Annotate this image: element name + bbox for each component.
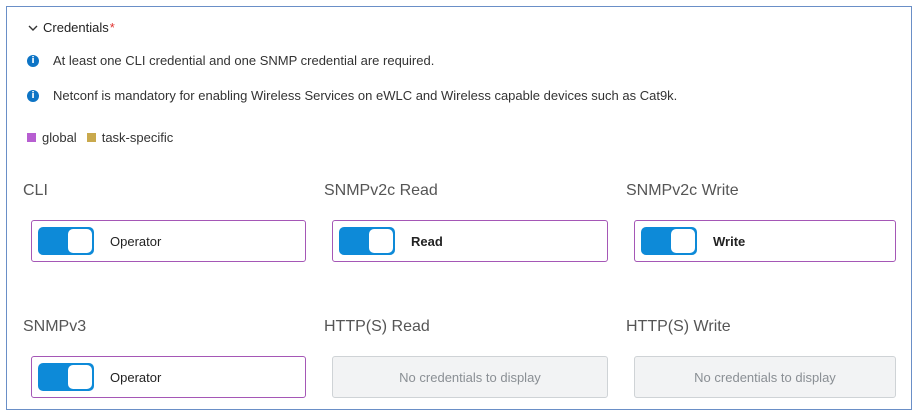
http-write-label: HTTP(S) Write [626,318,731,335]
credentials-panel: Credentials * i At least one CLI credenti… [6,6,912,410]
legend-item-global: global [27,130,77,145]
toggle-knob [369,229,393,253]
snmpv3-toggle[interactable] [38,363,94,391]
legend-item-task-specific: task-specific [86,130,174,145]
snmpv2c-write-credential-name: Write [713,233,746,249]
legend-label: global [42,130,77,145]
info-icon: i [27,54,39,67]
info-message-cli-snmp: i At least one CLI credential and one SN… [27,53,434,68]
required-mark: * [109,20,115,35]
cli-toggle[interactable] [38,227,94,255]
snmpv3-credential-name: Operator [110,369,162,385]
snmpv2c-read-credential-name: Read [411,233,443,249]
snmpv3-credential-card[interactable]: Operator [31,356,306,398]
toggle-knob [68,229,92,253]
snmpv2c-write-credential-card[interactable]: Write [634,220,896,262]
legend-label: task-specific [101,130,174,145]
info-icon: i [27,89,39,102]
cli-credential-name: Operator [110,233,162,249]
toggle-knob [671,229,695,253]
info-text: At least one CLI credential and one SNMP… [53,53,435,68]
snmpv2c-read-toggle[interactable] [339,227,395,255]
chevron-down-icon [28,25,38,31]
info-text: Netconf is mandatory for enabling Wirele… [53,88,678,103]
empty-message: No credentials to display [399,369,541,385]
http-read-empty-card: No credentials to display [332,356,608,398]
legend: global task-specific [27,130,183,145]
cli-credential-card[interactable]: Operator [31,220,306,262]
empty-message: No credentials to display [694,369,836,385]
credentials-section-toggle[interactable]: Credentials * [27,20,115,35]
snmpv2c-write-label: SNMPv2c Write [626,182,739,199]
snmpv2c-write-toggle[interactable] [641,227,697,255]
section-title: Credentials [43,20,109,35]
http-read-label: HTTP(S) Read [324,318,430,335]
info-message-netconf: i Netconf is mandatory for enabling Wire… [27,88,677,103]
toggle-knob [68,365,92,389]
cli-label: CLI [23,182,48,199]
legend-swatch-task-specific [86,133,96,142]
snmpv2c-read-label: SNMPv2c Read [324,182,438,199]
http-write-empty-card: No credentials to display [634,356,896,398]
snmpv3-label: SNMPv3 [23,318,87,335]
legend-swatch-global [27,133,36,142]
snmpv2c-read-credential-card[interactable]: Read [332,220,608,262]
